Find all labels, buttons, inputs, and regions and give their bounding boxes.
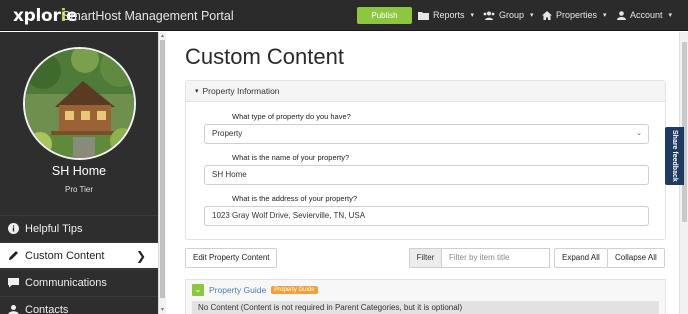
guide-badge: Property Guide <box>271 286 318 294</box>
filter-input[interactable]: Filter by item title <box>442 248 550 268</box>
collapse-all-button[interactable]: Collapse All <box>607 248 665 268</box>
chat-icon <box>8 278 19 288</box>
sidebar-item-label: Contacts <box>25 303 69 314</box>
property-name-label: What is the name of your property? <box>232 153 350 162</box>
share-feedback-tab[interactable]: Share feedback <box>665 127 684 185</box>
property-address-label: What is the address of your property? <box>232 194 358 203</box>
chevron-right-icon: ❯ <box>135 248 146 263</box>
publish-button[interactable]: Publish <box>357 7 412 24</box>
sidebar-item-contacts[interactable]: Contacts <box>0 296 158 314</box>
user-icon <box>617 10 626 20</box>
sidebar-item-label: Helpful Tips <box>25 222 83 235</box>
nav-properties-label: Properties <box>556 10 598 20</box>
contacts-icon <box>8 305 19 314</box>
caret-down-icon: ▾ <box>530 12 534 19</box>
property-information-panel: ▾ Property Information What type of prop… <box>185 80 666 240</box>
folder-icon <box>418 11 429 20</box>
chevron-down-icon: ⌄ <box>636 130 642 137</box>
caret-down-icon: ▾ <box>470 12 475 19</box>
nav-reports-label: Reports <box>433 10 465 20</box>
info-icon <box>8 223 19 234</box>
panel-header[interactable]: ▾ Property Information <box>186 81 665 102</box>
users-icon <box>483 11 495 20</box>
property-type-value: Property <box>212 129 243 138</box>
scroll-up-icon[interactable]: ▲ <box>160 33 165 39</box>
app-title: SmartHost Management Portal <box>62 9 234 23</box>
caret-down-icon: ▾ <box>603 12 607 19</box>
home-icon <box>542 10 552 20</box>
nav-group[interactable]: Group ▾ <box>483 10 534 20</box>
scroll-down-icon[interactable]: ▼ <box>160 307 165 313</box>
page-title: Custom Content <box>185 44 344 69</box>
nav-reports[interactable]: Reports ▾ <box>418 10 474 20</box>
guide-note: No Content (Content is not required in P… <box>192 301 659 314</box>
property-avatar <box>23 47 136 160</box>
sidebar: SH Home Pro Tier Helpful Tips Custom Con… <box>0 32 158 314</box>
panel-title: Property Information <box>202 86 280 96</box>
caret-down-icon: ▾ <box>195 88 199 95</box>
property-guide-section: ⌄ Property Guide Property Guide No Conte… <box>185 279 666 314</box>
scroll-thumb[interactable] <box>160 40 165 298</box>
chevron-down-icon[interactable]: ⌄ <box>192 284 204 296</box>
nav-group-label: Group <box>499 10 525 20</box>
sidebar-scrollbar[interactable]: ▲ ▼ <box>158 32 166 314</box>
guide-header[interactable]: ⌄ Property Guide Property Guide <box>192 284 318 296</box>
property-type-select[interactable]: Property ⌄ <box>204 124 649 144</box>
filter-label: Filter <box>409 248 442 268</box>
property-name: SH Home <box>51 164 107 178</box>
guide-title[interactable]: Property Guide <box>209 285 266 295</box>
tier-label: Pro Tier <box>64 185 93 194</box>
nav-account[interactable]: Account ▾ <box>617 10 672 20</box>
nav-properties[interactable]: Properties ▾ <box>542 10 607 20</box>
caret-down-icon: ▾ <box>668 12 673 19</box>
pencil-icon <box>9 251 18 260</box>
property-type-label: What type of property do you have? <box>232 112 351 121</box>
sidebar-item-custom-content[interactable]: Custom Content ❯ <box>0 242 158 268</box>
sidebar-item-label: Custom Content <box>25 249 105 262</box>
top-navbar: xplorie SmartHost Management Portal Publ… <box>0 0 688 31</box>
property-address-input[interactable]: 1023 Gray Wolf Drive, Sevierville, TN, U… <box>204 206 649 226</box>
sidebar-item-communications[interactable]: Communications <box>0 269 158 295</box>
nav-account-label: Account <box>630 10 663 20</box>
sidebar-item-helpful-tips[interactable]: Helpful Tips <box>0 215 158 241</box>
expand-all-button[interactable]: Expand All <box>554 248 608 268</box>
property-name-input[interactable]: SH Home <box>204 165 649 185</box>
sidebar-item-label: Communications <box>25 276 107 289</box>
edit-property-content-button[interactable]: Edit Property Content <box>185 248 278 268</box>
